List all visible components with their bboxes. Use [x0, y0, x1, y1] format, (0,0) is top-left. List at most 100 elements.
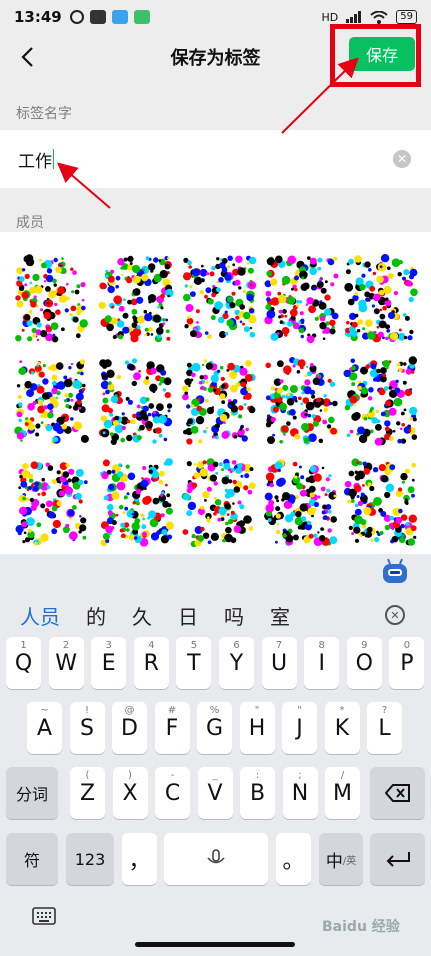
language-main: 中: [325, 851, 343, 872]
candidate-1[interactable]: 人员: [20, 601, 60, 630]
key-secondary-label: ": [297, 705, 302, 716]
tag-name-label: 标签名字: [16, 106, 72, 122]
key-f[interactable]: # F: [154, 702, 190, 754]
key-v[interactable]: _ V: [197, 767, 233, 819]
key-secondary-label: *: [339, 705, 345, 716]
key-secondary-label: :: [255, 770, 260, 781]
member-avatar[interactable]: [344, 254, 418, 343]
key-label: V: [207, 780, 223, 806]
keyboard-icon[interactable]: [32, 906, 56, 926]
candidate-4[interactable]: 日: [178, 601, 198, 630]
key-w[interactable]: 2W: [48, 637, 84, 689]
key-secondary-label: 9: [361, 640, 368, 651]
cloud-icon: [111, 10, 128, 24]
robot-icon[interactable]: [380, 556, 410, 586]
key-secondary-label: ?: [381, 705, 388, 716]
key-s[interactable]: ! S: [69, 702, 105, 754]
member-avatar[interactable]: [264, 255, 339, 344]
key-h[interactable]: " H: [239, 702, 275, 754]
key-y[interactable]: 6Y: [219, 637, 254, 689]
members-grid: [0, 232, 431, 554]
key-r[interactable]: 4R: [133, 637, 169, 689]
network-label: HD: [321, 10, 339, 24]
back-button[interactable]: [10, 40, 44, 74]
key-d[interactable]: @ D: [112, 702, 147, 754]
language-switch-key[interactable]: 中/英: [319, 833, 363, 885]
space-key[interactable]: [164, 833, 268, 885]
key-q[interactable]: 1Q: [6, 637, 41, 689]
member-avatar[interactable]: [98, 358, 173, 445]
key-label: A: [36, 715, 53, 741]
close-candidates-icon[interactable]: ✕: [385, 605, 405, 625]
member-avatar[interactable]: [15, 254, 88, 343]
member-avatar[interactable]: [264, 459, 338, 546]
symbol-key[interactable]: 符: [6, 833, 58, 885]
key-label: H: [248, 715, 266, 741]
key-label: Y: [229, 650, 244, 676]
status-time: 13:49: [14, 8, 62, 26]
candidate-6[interactable]: 室: [270, 601, 290, 630]
key-label: J: [296, 715, 303, 741]
candidate-3[interactable]: 久: [132, 601, 152, 630]
save-button[interactable]: 保存: [349, 37, 415, 71]
key-a[interactable]: ~ A: [27, 702, 62, 754]
key-secondary-label: @: [124, 705, 135, 716]
comma-key[interactable]: ，: [122, 833, 157, 885]
key-secondary-label: #: [167, 705, 177, 716]
member-avatar[interactable]: [265, 357, 339, 445]
period-key[interactable]: 。: [276, 833, 311, 885]
member-avatar[interactable]: [343, 458, 417, 546]
member-avatar[interactable]: [181, 458, 256, 548]
key-n[interactable]: ; N: [282, 767, 318, 819]
member-avatars: [14, 254, 418, 548]
key-m[interactable]: / M: [325, 767, 360, 819]
key-t[interactable]: 5T: [176, 637, 212, 689]
key-label: X: [122, 780, 138, 806]
key-p[interactable]: 0P: [389, 637, 425, 689]
candidate-2[interactable]: 的: [86, 601, 106, 630]
fenci-key[interactable]: 分词: [6, 767, 58, 819]
member-avatar[interactable]: [98, 255, 174, 343]
candidate-5[interactable]: 吗: [224, 601, 244, 630]
member-avatar[interactable]: [343, 356, 418, 446]
wechat-notification-icon: [133, 10, 150, 24]
key-secondary-label: 5: [190, 640, 198, 651]
key-g[interactable]: % G: [197, 702, 232, 754]
key-e[interactable]: 3E: [91, 637, 127, 689]
key-u[interactable]: 7U: [261, 637, 297, 689]
status-right: HD 59: [322, 10, 417, 24]
member-avatar[interactable]: [183, 255, 257, 339]
tag-name-input[interactable]: 工作: [18, 147, 52, 172]
members-label: 成员: [16, 215, 44, 231]
key-z[interactable]: (Z: [70, 767, 105, 819]
member-avatar[interactable]: [15, 461, 88, 546]
key-c[interactable]: -C: [155, 767, 190, 819]
key-j[interactable]: " J: [282, 702, 317, 754]
key-label: L: [378, 715, 391, 741]
number-key[interactable]: 123: [66, 833, 114, 885]
key-secondary-label: %: [209, 705, 220, 716]
key-secondary-label: ~: [40, 705, 49, 716]
alarm-icon: [69, 10, 84, 24]
key-label: U: [271, 650, 288, 676]
member-avatar[interactable]: [182, 359, 256, 445]
key-label: G: [205, 715, 224, 741]
member-avatar[interactable]: [14, 359, 89, 445]
key-o[interactable]: 9O: [346, 637, 382, 689]
member-avatar[interactable]: [100, 458, 174, 547]
key-l[interactable]: ? L: [367, 702, 402, 754]
text-cursor: [53, 149, 54, 169]
home-indicator[interactable]: [135, 942, 295, 947]
status-app-icons: [69, 10, 150, 24]
key-label: P: [400, 650, 414, 676]
backspace-key[interactable]: [370, 767, 425, 819]
clear-icon[interactable]: ✕: [393, 150, 411, 168]
key-secondary-label: ): [128, 770, 132, 781]
key-k[interactable]: * K: [324, 702, 360, 754]
key-secondary-label: 0: [403, 640, 411, 651]
key-i[interactable]: 8I: [304, 637, 340, 689]
tag-name-row[interactable]: 工作 ✕: [0, 130, 431, 188]
key-x[interactable]: ) X: [112, 767, 148, 819]
key-b[interactable]: :B: [240, 767, 275, 819]
enter-key[interactable]: [370, 833, 425, 885]
